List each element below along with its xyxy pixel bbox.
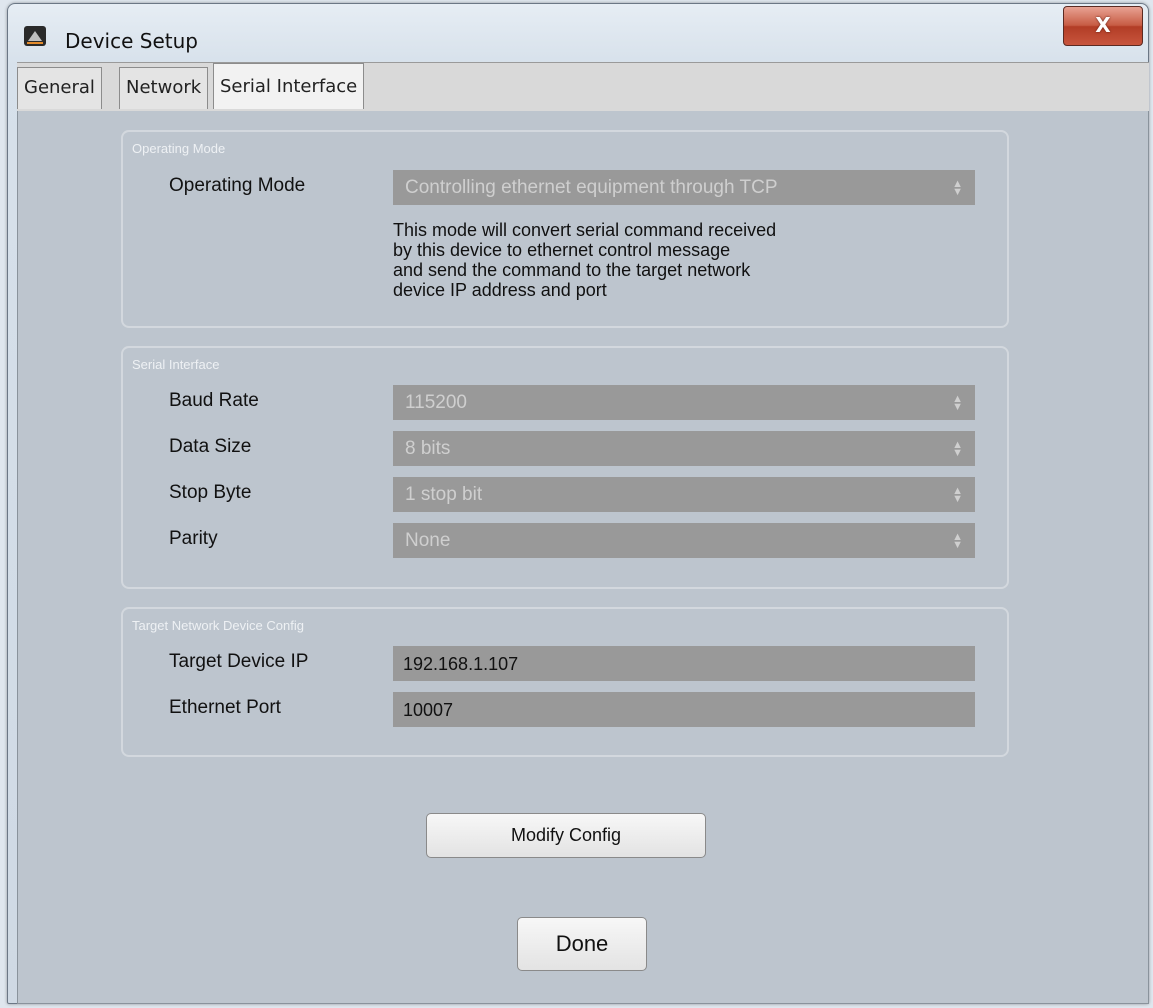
operating-mode-select[interactable]: Controlling ethernet equipment through T… <box>393 170 975 205</box>
data-size-select[interactable]: 8 bits ▲ ▼ <box>393 431 975 466</box>
tab-general[interactable]: General <box>17 67 102 109</box>
done-button[interactable]: Done <box>517 917 647 971</box>
target-ip-field[interactable]: 192.168.1.107 <box>393 646 975 681</box>
tab-strip: General Network Serial Interface <box>17 62 1149 111</box>
updown-arrows-icon: ▲ ▼ <box>952 439 963 459</box>
updown-arrows-icon: ▲ ▼ <box>952 531 963 551</box>
window-title: Device Setup <box>65 29 198 53</box>
group-title: Target Network Device Config <box>132 618 304 633</box>
baud-rate-select[interactable]: 115200 ▲ ▼ <box>393 385 975 420</box>
tab-network[interactable]: Network <box>119 67 209 109</box>
target-ip-label: Target Device IP <box>169 651 309 672</box>
close-button[interactable]: X <box>1063 6 1143 46</box>
updown-arrows-icon: ▲ ▼ <box>952 178 963 198</box>
mode-description: This mode will convert serial command re… <box>393 220 777 300</box>
updown-arrows-icon: ▲ ▼ <box>952 393 963 413</box>
data-size-value: 8 bits <box>405 438 451 459</box>
baud-rate-value: 115200 <box>405 392 467 413</box>
updown-arrows-icon: ▲ ▼ <box>952 485 963 505</box>
target-device-group: Target Network Device Config Target Devi… <box>121 607 1009 757</box>
stop-byte-label: Stop Byte <box>169 482 252 503</box>
parity-label: Parity <box>169 528 218 549</box>
stop-byte-select[interactable]: 1 stop bit ▲ ▼ <box>393 477 975 512</box>
serial-interface-group: Serial Interface Baud Rate 115200 ▲ ▼ Dat… <box>121 346 1009 589</box>
parity-select[interactable]: None ▲ ▼ <box>393 523 975 558</box>
data-size-label: Data Size <box>169 436 252 457</box>
stop-byte-value: 1 stop bit <box>405 484 483 505</box>
title-bar[interactable]: Device Setup X <box>8 4 1148 66</box>
baud-rate-label: Baud Rate <box>169 390 259 411</box>
group-title: Serial Interface <box>132 357 220 372</box>
tab-serial-interface[interactable]: Serial Interface <box>213 63 365 109</box>
parity-value: None <box>405 530 451 551</box>
group-title: Operating Mode <box>132 141 226 156</box>
tab-content-panel: Operating Mode Operating Mode Controllin… <box>17 111 1149 1004</box>
app-logo-icon <box>24 26 46 46</box>
ethernet-port-label: Ethernet Port <box>169 697 281 718</box>
ethernet-port-field[interactable]: 10007 <box>393 692 975 727</box>
operating-mode-value: Controlling ethernet equipment through T… <box>405 177 778 198</box>
operating-mode-label: Operating Mode <box>169 175 306 196</box>
modify-config-button[interactable]: Modify Config <box>426 813 706 858</box>
operating-mode-group: Operating Mode Operating Mode Controllin… <box>121 130 1009 328</box>
